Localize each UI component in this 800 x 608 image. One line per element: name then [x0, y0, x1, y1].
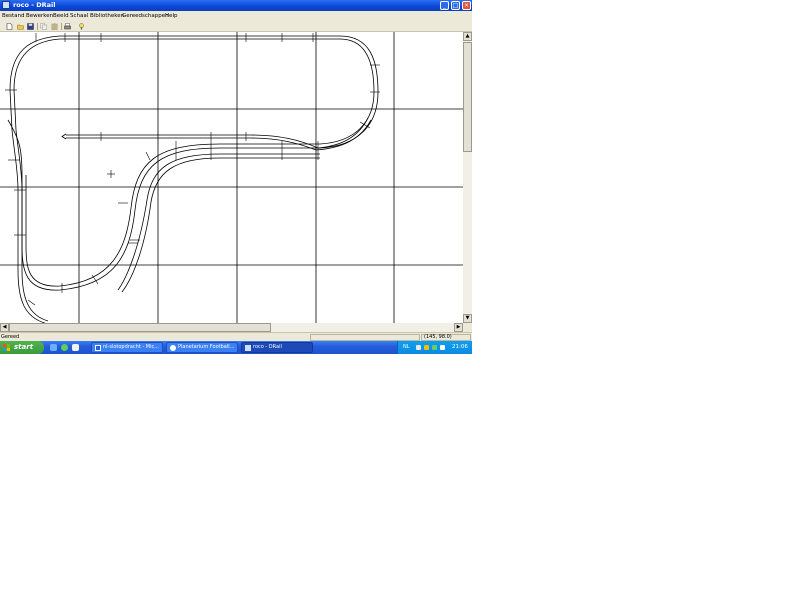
system-tray: NL 21:06 [397, 341, 472, 354]
messenger-icon[interactable] [440, 345, 445, 350]
title-bar[interactable]: roco - DRail _ □ × [0, 0, 472, 11]
window-title: roco - DRail [13, 1, 56, 9]
copy-icon[interactable] [40, 23, 47, 30]
toolbar [0, 21, 472, 32]
print-icon[interactable] [64, 23, 71, 30]
network-icon[interactable] [416, 345, 421, 350]
task-label: nl-slotopdracht - Mic... [103, 344, 159, 350]
menu-schaal[interactable]: Schaal [70, 11, 88, 21]
security-icon[interactable] [432, 345, 437, 350]
grid-lines [0, 32, 463, 323]
ie-icon[interactable] [50, 344, 57, 351]
toolbar-separator [37, 23, 38, 30]
task-label: Planetarium Football... [178, 344, 235, 350]
taskbar-item-drail[interactable]: roco - DRail [241, 342, 313, 353]
horizontal-scrollbar[interactable]: ◀ ▶ [0, 323, 463, 332]
clock: 21:06 [452, 344, 468, 350]
horizontal-scroll-thumb[interactable] [9, 323, 271, 332]
track-plan-drawing [0, 32, 463, 323]
taskbar-item-browser[interactable]: Planetarium Football... [166, 342, 238, 353]
start-button[interactable]: start [0, 341, 44, 354]
open-folder-icon[interactable] [17, 23, 24, 30]
menu-bestand[interactable]: Bestand [2, 11, 25, 21]
taskbar-item-word[interactable]: nl-slotopdracht - Mic... [91, 342, 163, 353]
outlook-icon[interactable] [72, 344, 79, 351]
paste-icon[interactable] [51, 23, 58, 30]
scroll-down-button[interactable]: ▼ [463, 314, 472, 323]
windows-taskbar: start nl-slotopdracht - Mic... Planetari… [0, 341, 472, 354]
cursor-crosshair [107, 170, 115, 178]
language-indicator[interactable]: NL [403, 341, 410, 354]
toolbar-separator [61, 23, 62, 30]
scroll-left-button[interactable]: ◀ [0, 323, 9, 332]
status-bar: Gereed (145, 98.0) [0, 332, 472, 341]
scroll-up-button[interactable]: ▲ [463, 32, 472, 41]
close-button[interactable]: × [462, 1, 471, 10]
save-icon[interactable] [27, 23, 34, 30]
track-joints [5, 33, 380, 306]
windows-logo-icon [3, 344, 10, 351]
maximize-button[interactable]: □ [451, 1, 460, 10]
menu-bibliotheken[interactable]: Bibliotheken [90, 11, 124, 21]
vertical-scroll-thumb[interactable] [463, 42, 472, 152]
drail-app-icon [245, 345, 251, 351]
menu-bewerken[interactable]: Bewerken [26, 11, 53, 21]
drail-window: roco - DRail _ □ × Bestand Bewerken Beel… [0, 0, 472, 341]
browser-icon [170, 345, 176, 351]
scroll-right-button[interactable]: ▶ [454, 323, 463, 332]
media-icon[interactable] [61, 344, 68, 351]
track-rails [7, 35, 379, 323]
info-icon[interactable] [78, 23, 85, 30]
start-label: start [14, 343, 34, 351]
menu-bar: Bestand Bewerken Beeld Schaal Bibliothek… [0, 11, 472, 21]
status-coordinates: (145, 98.0) [421, 334, 471, 341]
app-icon [2, 1, 10, 9]
status-text: Gereed [1, 334, 20, 340]
vertical-scrollbar[interactable]: ▲ ▼ [463, 32, 472, 323]
menu-help[interactable]: Help [165, 11, 178, 21]
task-label: roco - DRail [253, 344, 282, 350]
volume-icon[interactable] [424, 345, 429, 350]
minimize-button[interactable]: _ [440, 1, 449, 10]
new-file-icon[interactable] [6, 23, 13, 30]
menu-gereedschappen[interactable]: Gereedschappen [122, 11, 169, 21]
word-doc-icon [95, 345, 101, 351]
track-layout-canvas[interactable] [0, 32, 463, 323]
menu-beeld[interactable]: Beeld [53, 11, 69, 21]
status-panel [310, 334, 420, 341]
